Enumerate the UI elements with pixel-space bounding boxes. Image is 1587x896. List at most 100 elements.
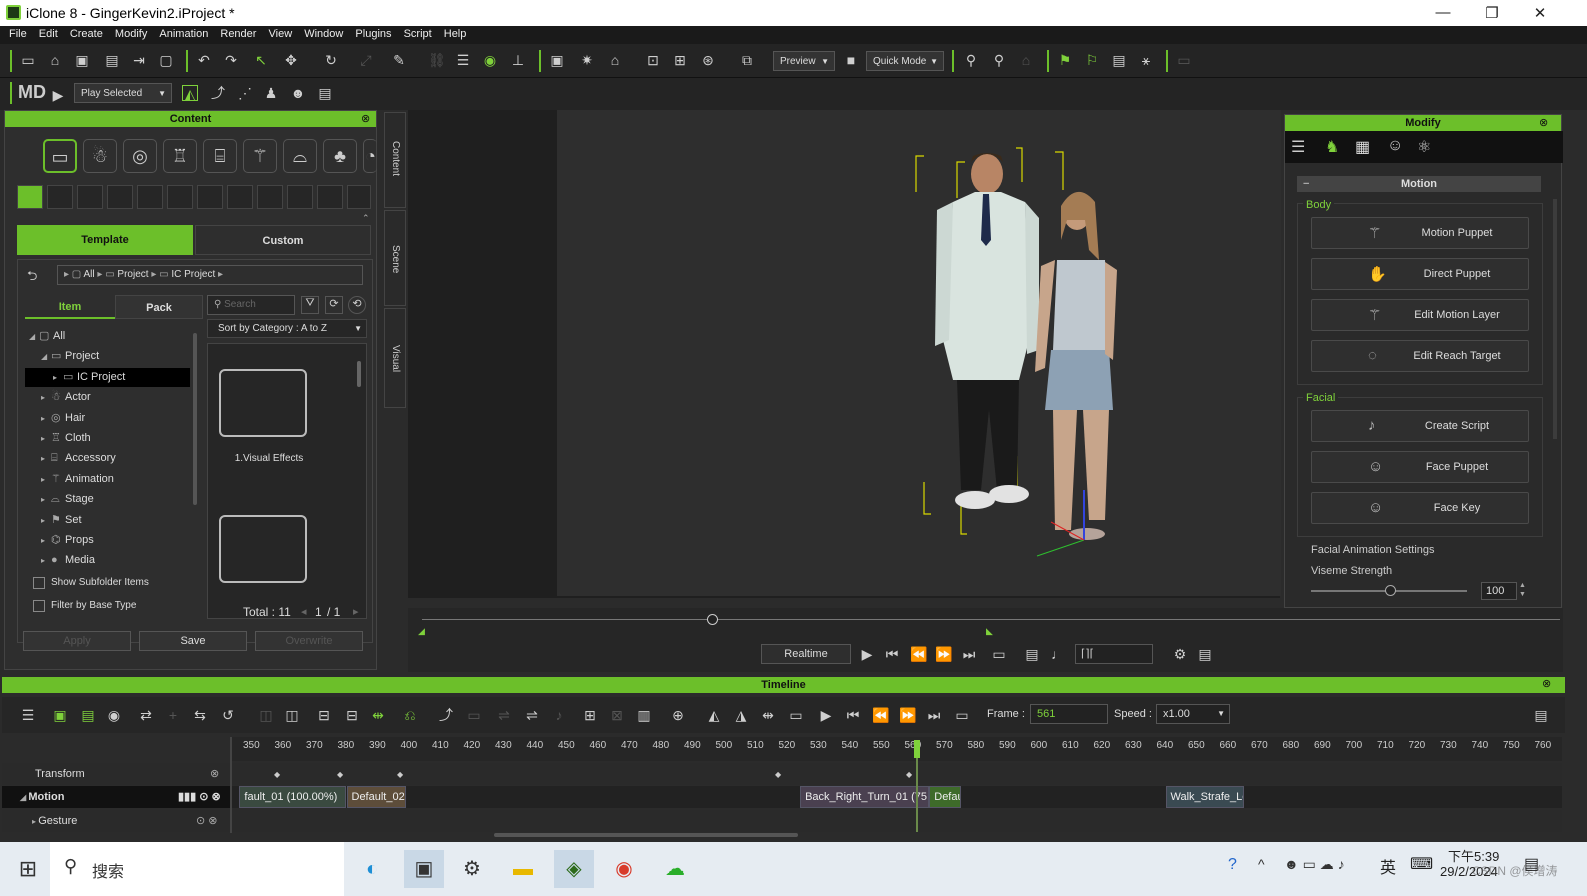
collect-clip-icon[interactable]: ◭	[182, 85, 198, 102]
pack-icon[interactable]: ▤	[104, 52, 120, 68]
go-end-icon[interactable]: ⏭	[961, 646, 977, 662]
node-icon[interactable]: ⋰	[237, 85, 253, 101]
gesture-lane[interactable]	[232, 810, 1562, 832]
subcategory-slot[interactable]	[257, 185, 283, 209]
timeline-close-icon[interactable]: ⊗	[1542, 677, 1551, 690]
face-key-button[interactable]: ☺ Face Key	[1311, 492, 1529, 524]
subcategory-slot[interactable]	[107, 185, 133, 209]
ime-indicator[interactable]: 英	[1380, 854, 1396, 878]
subcategory-slot[interactable]	[167, 185, 193, 209]
key-marker[interactable]: ◆	[775, 770, 781, 779]
subcategory-slot[interactable]	[347, 185, 371, 209]
key-marker[interactable]: ◆	[397, 770, 403, 779]
tree-item[interactable]: ▸ ▭ IC Project	[25, 367, 190, 387]
disabled-tool-icon[interactable]: ▭	[1176, 52, 1192, 68]
curve-edit-icon[interactable]: ⤴	[438, 707, 454, 723]
motion-clip[interactable]: Back_Right_Turn_01 (75.61%	[800, 786, 930, 808]
motion-section-header[interactable]: − Motion	[1297, 176, 1541, 192]
home-camera-icon[interactable]: ⌂	[607, 52, 623, 68]
timeline-scrollbar[interactable]	[494, 833, 798, 837]
overwrite-button[interactable]: Overwrite	[255, 631, 363, 651]
track-list-icon[interactable]: ☰	[20, 707, 36, 723]
script-icon[interactable]: ▤	[317, 85, 333, 101]
frame-icon[interactable]: ▣	[549, 52, 565, 68]
tree-item[interactable]: ▸ ⌓ Stage	[25, 490, 190, 509]
expand-arrow-icon[interactable]: ▸	[41, 409, 51, 428]
speed-dropdown[interactable]: x1.00 ▼	[1156, 704, 1230, 724]
move-icon[interactable]: ✥	[283, 52, 299, 68]
motion-clip[interactable]: Default_02 (	[346, 786, 407, 808]
blend-icon[interactable]: ⇌	[524, 707, 540, 723]
layout-toggle-icon[interactable]: ▤	[1197, 646, 1213, 662]
key-marker[interactable]: ◆	[906, 770, 912, 779]
filter-base-type-checkbox[interactable]	[33, 600, 45, 612]
menu-create[interactable]: Create	[70, 26, 103, 40]
expand-arrow-icon[interactable]: ▸	[53, 368, 63, 387]
crowd-icon[interactable]: ☻	[290, 85, 306, 101]
md-icon[interactable]: MD	[18, 82, 46, 103]
back-icon[interactable]: ⮌	[27, 267, 37, 289]
timeline-scrub-track[interactable]	[422, 619, 1560, 620]
menu-plugins[interactable]: Plugins	[355, 26, 391, 40]
key-marker[interactable]: ◆	[337, 770, 343, 779]
minimize-button[interactable]: —	[1428, 4, 1458, 21]
file-explorer-icon[interactable]: ▬	[503, 850, 543, 888]
timeline-scrub-handle[interactable]	[707, 614, 719, 625]
viseme-value-input[interactable]: 100	[1481, 582, 1517, 600]
timeline-playhead[interactable]	[913, 740, 920, 832]
tree-item[interactable]: ▸ ⚑ Set	[25, 511, 190, 530]
video-app-icon[interactable]: ▣	[404, 850, 444, 888]
scale-icon[interactable]: ⤢	[358, 52, 374, 68]
usd-icon[interactable]: ▢	[158, 52, 174, 68]
light-icon[interactable]: ✷	[579, 52, 595, 68]
category-head-icon[interactable]: ◎	[123, 139, 157, 173]
subcategory-slot[interactable]	[227, 185, 253, 209]
tree-item[interactable]: ▸ ⚚ Animation	[25, 470, 190, 489]
zoom-icon[interactable]: ⊕	[670, 707, 686, 723]
add-track-icon[interactable]: ▣	[52, 707, 68, 723]
cycle-icon[interactable]: ⇌	[496, 707, 512, 723]
quick-mode-dropdown[interactable]: Quick Mode ▼	[866, 51, 944, 71]
insert-icon[interactable]: +	[165, 707, 181, 723]
menu-script[interactable]: Script	[404, 26, 432, 40]
lock-icon[interactable]: ⌂	[1018, 52, 1034, 68]
content-close-icon[interactable]: ⊗	[361, 112, 370, 125]
disabled-key-icon[interactable]: ▭	[466, 707, 482, 723]
category-project-icon[interactable]: ▭	[43, 139, 77, 173]
play-selected-dropdown[interactable]: Play Selected ▼	[74, 83, 172, 103]
expand-arrow-icon[interactable]: ▸	[41, 531, 51, 550]
subcategory-slot[interactable]	[77, 185, 103, 209]
motion-clip[interactable]: Walk_Strafe_Left	[1165, 786, 1245, 808]
material-tab-icon[interactable]: ▦	[1355, 137, 1370, 157]
mirror-icon[interactable]: ◫	[258, 707, 274, 723]
tl-play-icon[interactable]: ▶	[818, 707, 834, 723]
tree-item[interactable]: ◢ ▭ Project	[25, 347, 190, 366]
collapse-chevron-icon[interactable]: ⌃	[362, 213, 370, 224]
tree-item[interactable]: ▸ ⌸ Accessory	[25, 449, 190, 468]
shift-icon[interactable]: ⇆	[192, 707, 208, 723]
visibility-track-icon[interactable]: ◉	[106, 707, 122, 723]
face-puppet-button[interactable]: ☺ Face Puppet	[1311, 451, 1529, 483]
swap-icon[interactable]: ⇄	[138, 707, 154, 723]
direct-puppet-button[interactable]: ✋ Direct Puppet	[1311, 258, 1529, 290]
time-input[interactable]: ⌈⌉⌈	[1075, 644, 1153, 664]
tl-prev-icon[interactable]: ⏪	[872, 707, 889, 723]
motion-clip[interactable]: Defau	[929, 786, 961, 808]
stretch-icon[interactable]: ⇹	[370, 707, 386, 723]
preview-dropdown[interactable]: Preview ▼	[773, 51, 835, 71]
subcategory-folder-icon[interactable]	[17, 185, 43, 209]
motion-layer-key-icon[interactable]: ⎌	[402, 707, 418, 723]
settings-icon[interactable]: ⚙	[452, 850, 492, 888]
expand-arrow-icon[interactable]: ▸	[41, 511, 51, 530]
tree-item[interactable]: ▸ ● Media	[25, 551, 190, 570]
track-gesture[interactable]: ▸ Gesture ⊙ ⊗	[2, 810, 230, 832]
filter-icon[interactable]: ⛛	[301, 296, 319, 314]
subcategory-slot[interactable]	[287, 185, 313, 209]
edit-reach-target-button[interactable]: ◌ Edit Reach Target	[1311, 340, 1529, 372]
side-tab-scene[interactable]: Scene	[384, 210, 406, 306]
subcategory-slot[interactable]	[47, 185, 73, 209]
motion-puppet-button[interactable]: ⚚ Motion Puppet	[1311, 217, 1529, 249]
keyboard-icon[interactable]: ⌨	[1410, 854, 1433, 874]
edge-icon[interactable]: ◐	[352, 850, 392, 888]
expand-arrow-icon[interactable]: ▸	[41, 429, 51, 448]
